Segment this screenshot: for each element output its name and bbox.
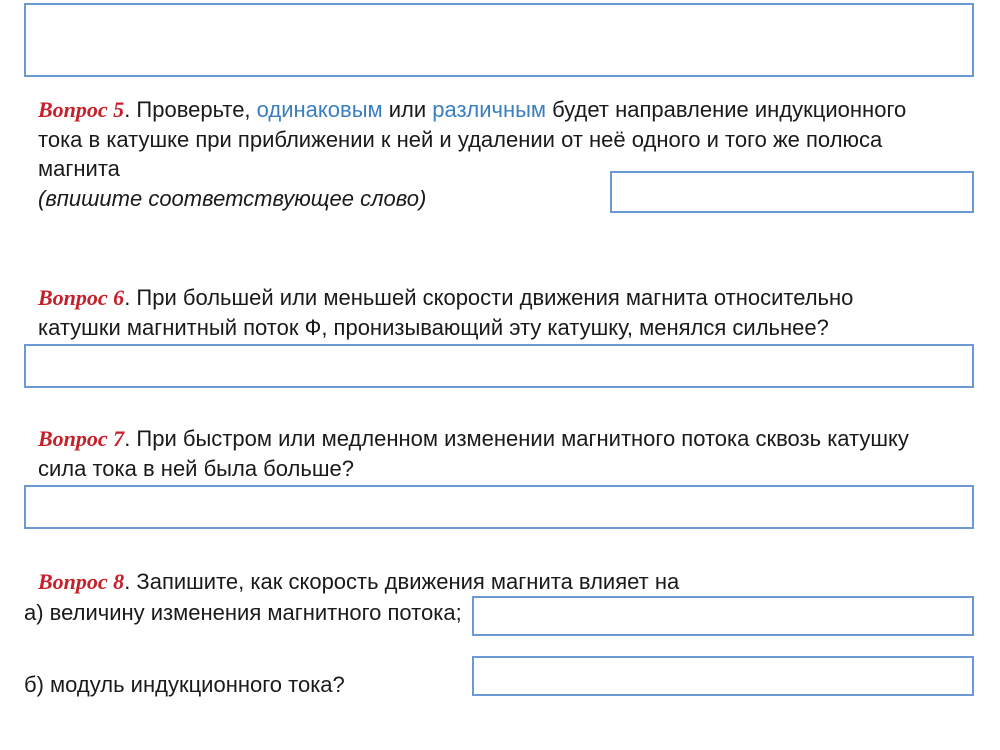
question-7-text: Вопрос 7. При быстром или медленном изме…	[38, 424, 968, 483]
question-5-label: Вопрос 5	[38, 97, 124, 122]
question-8-b: б) модуль индукционного тока?	[24, 670, 484, 700]
answer-box-q8a[interactable]	[472, 596, 974, 636]
question-6-text: Вопрос 6. При большей или меньшей скорос…	[38, 283, 968, 342]
word-odinakovym: одинаковым	[257, 97, 383, 122]
answer-box-q7[interactable]	[24, 485, 974, 529]
answer-box-top[interactable]	[24, 3, 974, 77]
question-5-hint: (впишите соответствующее слово)	[38, 186, 426, 211]
question-6-label: Вопрос 6	[38, 285, 124, 310]
word-razlichnym: различным	[432, 97, 546, 122]
question-8-text: Вопрос 8. Запишите, как скорость движени…	[38, 567, 968, 597]
answer-box-q5[interactable]	[610, 171, 974, 213]
question-8-label: Вопрос 8	[38, 569, 124, 594]
answer-box-q8b[interactable]	[472, 656, 974, 696]
question-8-a: а) величину изменения магнитного потока;	[24, 598, 484, 628]
worksheet-page: Вопрос 5. Проверьте, одинаковым или разл…	[0, 0, 1000, 750]
answer-box-q6[interactable]	[24, 344, 974, 388]
question-7-label: Вопрос 7	[38, 426, 124, 451]
